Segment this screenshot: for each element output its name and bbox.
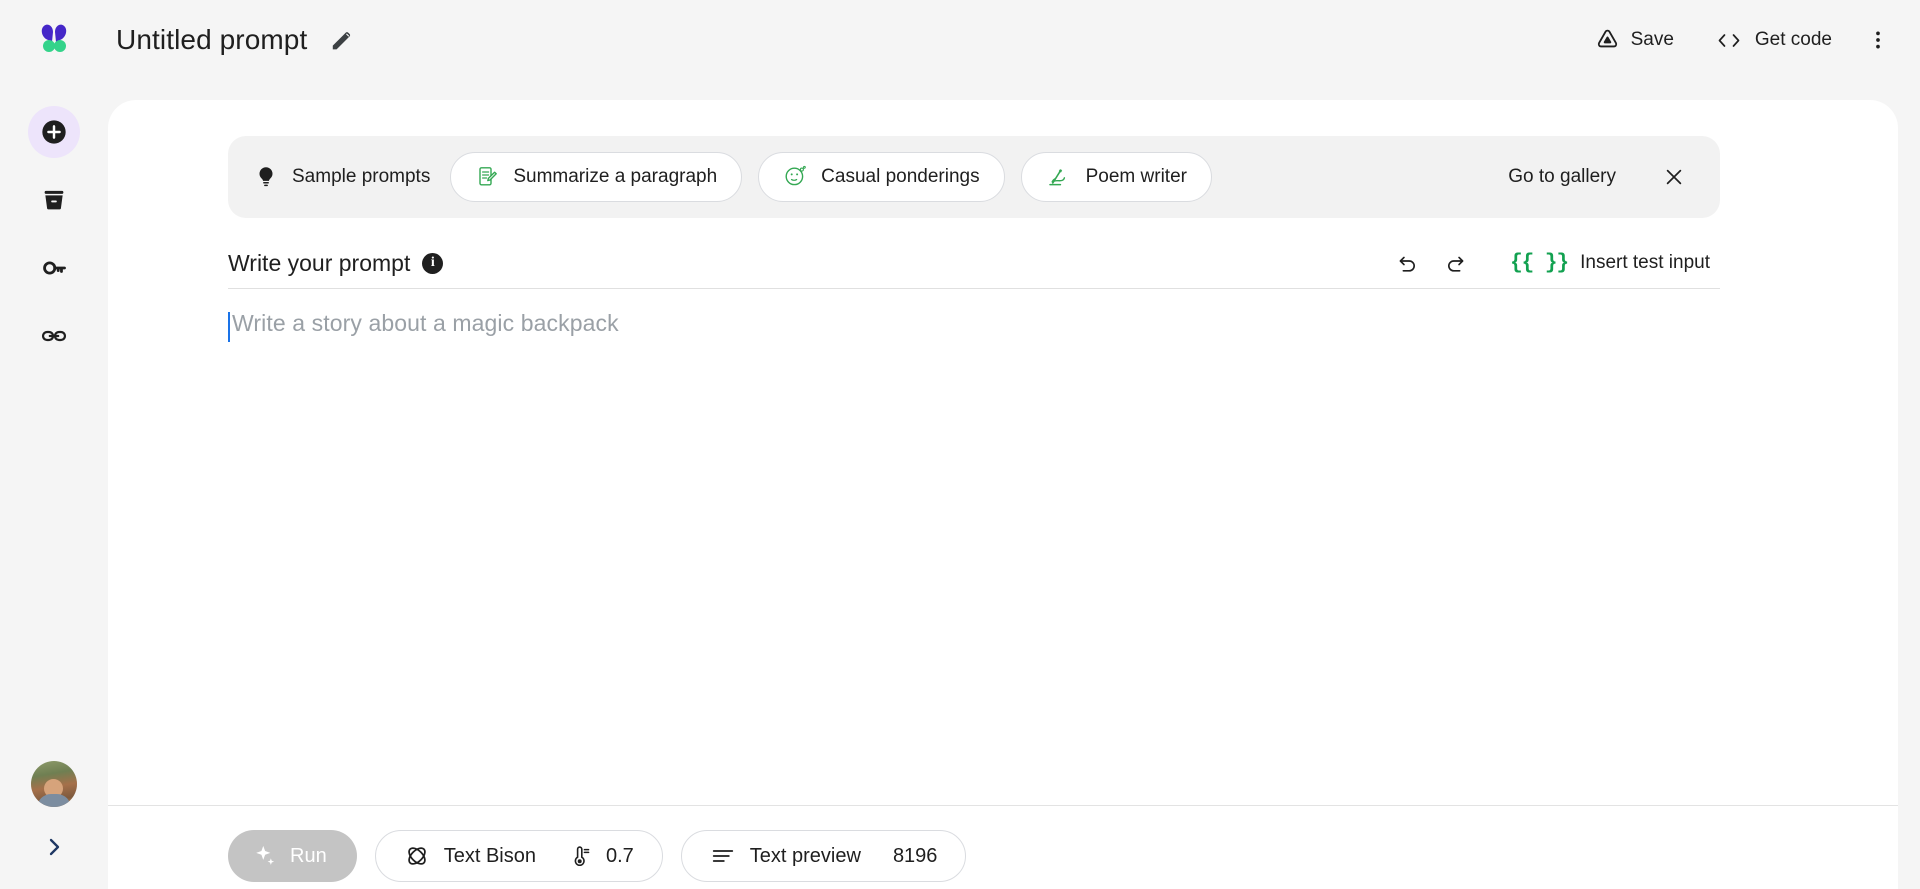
chip-summarize-a-paragraph[interactable]: Summarize a paragraph	[450, 152, 742, 202]
model-selector[interactable]: Text Bison 0.7	[375, 830, 663, 882]
kebab-menu-icon[interactable]	[1856, 18, 1900, 62]
link-chain-icon	[40, 322, 68, 350]
atom-model-icon	[404, 843, 430, 869]
sidebar-item-api-key[interactable]	[28, 242, 80, 294]
chip-label: Summarize a paragraph	[513, 166, 717, 188]
get-code-label: Get code	[1755, 29, 1832, 51]
sample-prompts-label-group: Sample prompts	[254, 165, 430, 189]
undo-arrow-icon	[1395, 251, 1420, 276]
app-root: Untitled prompt Save	[0, 0, 1920, 889]
sample-prompts-bar: Sample prompts Summarize a paragraph	[228, 136, 1720, 218]
thermometer-icon	[568, 844, 592, 868]
writing-hand-icon	[1046, 165, 1072, 189]
curly-braces-icon: {{ }}	[1510, 252, 1568, 275]
left-sidebar	[0, 0, 108, 889]
run-label: Run	[290, 845, 327, 868]
user-avatar[interactable]	[31, 761, 77, 807]
save-button[interactable]: Save	[1579, 19, 1690, 62]
info-icon[interactable]: i	[422, 253, 443, 274]
thinking-face-icon	[783, 165, 807, 189]
chip-casual-ponderings[interactable]: Casual ponderings	[758, 152, 1004, 202]
sidebar-footer	[0, 761, 108, 867]
page-title: Untitled prompt	[116, 24, 307, 56]
pencil-icon[interactable]	[329, 27, 355, 53]
plus-circle-icon	[40, 118, 68, 146]
header-actions: Save Get code	[1579, 18, 1920, 62]
get-code-button[interactable]: Get code	[1698, 19, 1848, 62]
makersuite-butterfly-logo	[31, 18, 77, 64]
prompt-heading-group: Write your prompt i	[228, 250, 443, 277]
lightbulb-icon	[254, 165, 278, 189]
close-icon[interactable]	[1654, 157, 1694, 197]
chip-poem-writer[interactable]: Poem writer	[1021, 152, 1212, 202]
archive-box-icon	[40, 186, 68, 214]
text-preview-selector[interactable]: Text preview 8196	[681, 830, 967, 882]
app-header: Untitled prompt Save	[108, 0, 1920, 80]
sidebar-item-create-new[interactable]	[28, 106, 80, 158]
redo-arrow-icon	[1443, 251, 1468, 276]
key-icon	[40, 254, 68, 282]
insert-test-input-label: Insert test input	[1580, 252, 1710, 274]
main-panel: Sample prompts Summarize a paragraph	[108, 100, 1898, 889]
sample-prompts-label: Sample prompts	[292, 166, 430, 188]
bottom-toolbar: Run Text Bison 0.7	[228, 828, 1868, 884]
sidebar-item-library[interactable]	[28, 174, 80, 226]
prompt-placeholder: Write a story about a magic backpack	[232, 310, 619, 337]
redo-button[interactable]	[1434, 242, 1476, 284]
note-edit-icon	[475, 165, 499, 189]
go-to-gallery-link[interactable]: Go to gallery	[1500, 160, 1624, 194]
chevron-right-icon	[42, 835, 66, 859]
expand-sidebar-button[interactable]	[34, 827, 74, 867]
save-triangle-icon	[1595, 28, 1620, 53]
code-brackets-icon	[1714, 28, 1744, 53]
undo-button[interactable]	[1386, 242, 1428, 284]
prompt-divider	[228, 288, 1720, 289]
sidebar-item-links[interactable]	[28, 310, 80, 362]
token-count: 8196	[893, 845, 938, 868]
sparkle-icon	[252, 843, 278, 869]
title-group: Untitled prompt	[116, 24, 355, 56]
text-caret	[228, 312, 230, 342]
chip-label: Casual ponderings	[821, 166, 979, 188]
temperature-value: 0.7	[606, 845, 634, 868]
text-lines-icon	[710, 843, 736, 869]
model-label: Text Bison	[444, 845, 536, 868]
prompt-toolbar: {{ }} Insert test input	[1386, 242, 1720, 284]
prompt-editor[interactable]: Write a story about a magic backpack	[228, 302, 1720, 812]
insert-test-input-button[interactable]: {{ }} Insert test input	[1500, 246, 1720, 281]
bottom-divider	[108, 805, 1898, 806]
chip-label: Poem writer	[1086, 166, 1187, 188]
text-preview-label: Text preview	[750, 845, 861, 868]
run-button[interactable]: Run	[228, 830, 357, 882]
save-label: Save	[1631, 29, 1674, 51]
sidebar-nav	[28, 106, 80, 362]
prompt-heading: Write your prompt	[228, 250, 410, 277]
prompt-header-row: Write your prompt i {{ }}	[228, 242, 1720, 284]
